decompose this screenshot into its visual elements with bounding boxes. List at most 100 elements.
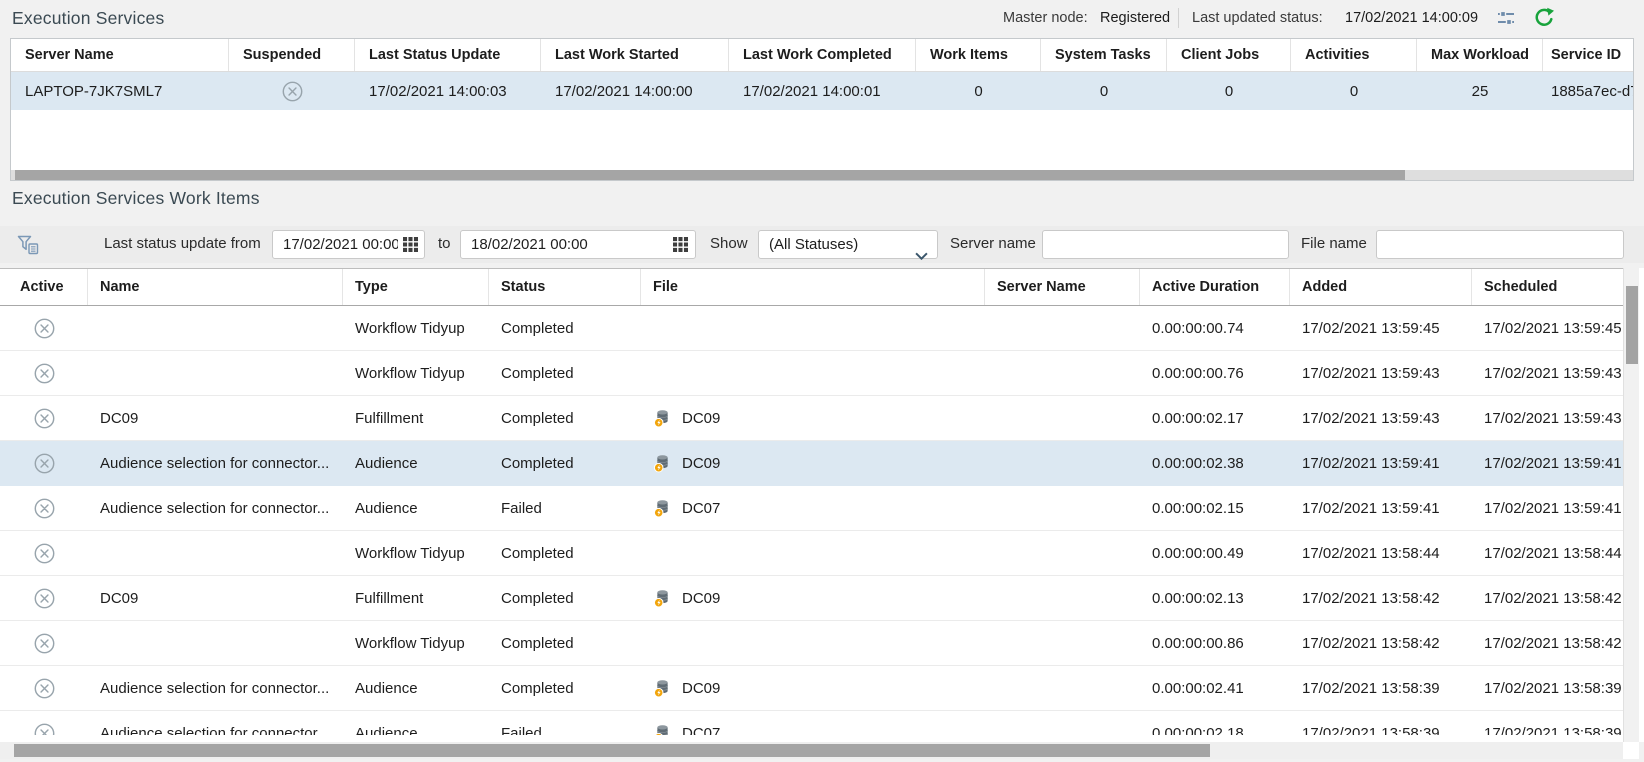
column-header[interactable]: Activities: [1291, 39, 1417, 71]
database-icon: [653, 498, 672, 518]
cell-status: Completed: [489, 320, 641, 337]
cell-file-text: DC09: [682, 590, 720, 607]
cell-added: 17/02/2021 13:59:43: [1290, 410, 1472, 427]
circle-x-icon[interactable]: [33, 407, 56, 430]
app-window: Execution Services Master node: Register…: [0, 0, 1644, 762]
cell-client-jobs: 0: [1167, 83, 1291, 100]
cell-status: Failed: [489, 725, 641, 736]
column-header[interactable]: Max Workload: [1417, 39, 1543, 71]
cell-scheduled: 17/02/2021 13:59:41: [1472, 455, 1623, 472]
column-header[interactable]: Scheduled: [1472, 269, 1623, 305]
horizontal-scrollbar[interactable]: [11, 170, 1633, 180]
scrollbar-thumb[interactable]: [15, 170, 1405, 180]
refresh-icon[interactable]: [1532, 6, 1556, 30]
page-title: Execution Services: [12, 8, 164, 29]
master-node-label: Master node:: [1003, 10, 1088, 26]
cell-file-text: DC07: [682, 500, 720, 517]
table-row[interactable]: Workflow Tidyup Completed 0.00:00:00.86 …: [0, 621, 1623, 666]
table-header-row: Server Name Suspended Last Status Update…: [11, 39, 1633, 72]
column-header[interactable]: Last Work Completed: [729, 39, 916, 71]
cell-added: 17/02/2021 13:58:44: [1290, 545, 1472, 562]
circle-x-icon[interactable]: [33, 452, 56, 475]
circle-x-icon: [281, 80, 304, 103]
table-row[interactable]: Audience selection for connector... Audi…: [0, 486, 1623, 531]
column-header[interactable]: Status: [489, 269, 641, 305]
column-header[interactable]: Client Jobs: [1167, 39, 1291, 71]
status-select[interactable]: (All Statuses): [758, 230, 938, 259]
divider: [1178, 8, 1179, 28]
master-node-value: Registered: [1100, 10, 1170, 26]
file-name-label: File name: [1301, 235, 1367, 252]
table-row[interactable]: DC09 Fulfillment Completed DC09 0.00:00:…: [0, 396, 1623, 441]
cell-scheduled: 17/02/2021 13:58:42: [1472, 590, 1623, 607]
cell-file: DC07: [641, 498, 985, 518]
circle-x-icon[interactable]: [33, 317, 56, 340]
scrollbar-thumb[interactable]: [14, 744, 1210, 757]
cell-file: DC09: [641, 588, 985, 608]
cell-type: Workflow Tidyup: [343, 545, 489, 562]
status-select-value: (All Statuses): [769, 236, 858, 253]
horizontal-scrollbar[interactable]: [0, 742, 1623, 759]
cell-status: Failed: [489, 500, 641, 517]
cell-active-duration: 0.00:00:02.41: [1140, 680, 1290, 697]
column-header[interactable]: Last Status Update: [355, 39, 541, 71]
cell-file: [641, 318, 985, 338]
column-header[interactable]: Service ID: [1543, 39, 1633, 71]
circle-x-icon[interactable]: [33, 677, 56, 700]
circle-x-icon[interactable]: [33, 497, 56, 520]
cell-file: DC09: [641, 453, 985, 473]
circle-x-icon[interactable]: [33, 362, 56, 385]
chevron-down-icon: [915, 242, 928, 250]
cell-added: 17/02/2021 13:58:42: [1290, 590, 1472, 607]
table-row[interactable]: Workflow Tidyup Completed 0.00:00:00.49 …: [0, 531, 1623, 576]
column-header[interactable]: Type: [343, 269, 489, 305]
scrollbar-thumb[interactable]: [1626, 286, 1638, 364]
cell-work-items: 0: [916, 83, 1041, 100]
date-from-label: Last status update from: [104, 235, 261, 252]
cell-type: Fulfillment: [343, 410, 489, 427]
column-header[interactable]: Last Work Started: [541, 39, 729, 71]
circle-x-icon[interactable]: [33, 587, 56, 610]
work-items-rows: Workflow Tidyup Completed 0.00:00:00.74 …: [0, 306, 1623, 735]
column-header[interactable]: Work Items: [916, 39, 1041, 71]
filter-funnel-icon: [16, 233, 40, 257]
column-header[interactable]: Suspended: [229, 39, 355, 71]
settings-sliders-icon[interactable]: [1494, 6, 1518, 30]
date-to-input[interactable]: [460, 230, 696, 259]
column-header[interactable]: Active: [0, 269, 88, 305]
table-row[interactable]: Audience selection for connector... Audi…: [0, 441, 1623, 486]
circle-x-icon[interactable]: [33, 542, 56, 565]
to-label: to: [438, 235, 451, 252]
cell-active: [0, 632, 88, 655]
cell-scheduled: 17/02/2021 13:58:42: [1472, 635, 1623, 652]
cell-type: Workflow Tidyup: [343, 365, 489, 382]
vertical-scrollbar[interactable]: [1623, 268, 1639, 742]
column-header[interactable]: System Tasks: [1041, 39, 1167, 71]
column-header[interactable]: Name: [88, 269, 343, 305]
section-title: Execution Services Work Items: [12, 188, 260, 209]
server-name-input[interactable]: [1042, 230, 1289, 259]
table-row[interactable]: LAPTOP-7JK7SML7 17/02/2021 14:00:03 17/0…: [11, 72, 1633, 110]
table-row[interactable]: Workflow Tidyup Completed 0.00:00:00.74 …: [0, 306, 1623, 351]
column-header[interactable]: Added: [1290, 269, 1472, 305]
table-row[interactable]: Workflow Tidyup Completed 0.00:00:00.76 …: [0, 351, 1623, 396]
column-header[interactable]: Active Duration: [1140, 269, 1290, 305]
database-icon: [653, 453, 672, 473]
date-from-input[interactable]: [272, 230, 425, 259]
cell-status: Completed: [489, 680, 641, 697]
table-row[interactable]: DC09 Fulfillment Completed DC09 0.00:00:…: [0, 576, 1623, 621]
column-header[interactable]: Server Name: [985, 269, 1140, 305]
column-header[interactable]: File: [641, 269, 985, 305]
circle-x-icon[interactable]: [33, 722, 56, 736]
work-items-filter-bar: Last status update from to Show (All Sta…: [0, 226, 1644, 263]
table-row[interactable]: Audience selection for connector... Audi…: [0, 711, 1623, 735]
cell-name: DC09: [88, 410, 343, 427]
file-name-input[interactable]: [1376, 230, 1624, 259]
cell-active: [0, 497, 88, 520]
cell-file-text: DC09: [682, 680, 720, 697]
cell-scheduled: 17/02/2021 13:58:39: [1472, 680, 1623, 697]
cell-active-duration: 0.00:00:02.17: [1140, 410, 1290, 427]
table-row[interactable]: Audience selection for connector... Audi…: [0, 666, 1623, 711]
circle-x-icon[interactable]: [33, 632, 56, 655]
column-header[interactable]: Server Name: [11, 39, 229, 71]
